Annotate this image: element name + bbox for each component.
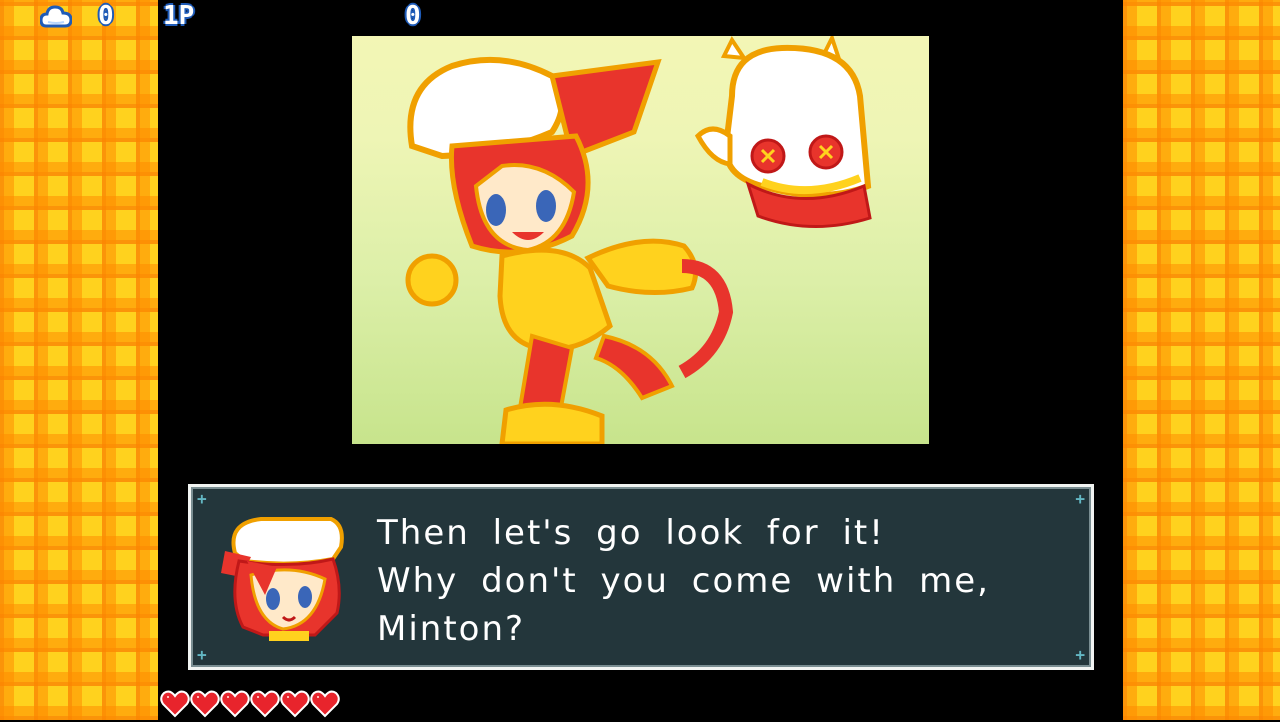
plaid-border-right	[1123, 0, 1280, 720]
heart-icon	[310, 690, 340, 718]
corner-ornament-top-right: +	[1075, 489, 1085, 508]
heart-icon	[190, 690, 220, 718]
ghost-character	[694, 36, 872, 229]
corner-ornament-top-left: +	[197, 489, 207, 508]
score-value: 0	[405, 1, 421, 31]
cloud-icon	[39, 2, 73, 30]
health-bar	[160, 690, 340, 720]
cutscene-illustration	[352, 36, 929, 444]
cloud-count: 0	[98, 1, 114, 31]
heart-icon	[160, 690, 190, 718]
heart-icon	[250, 690, 280, 718]
player-label: 1P	[163, 1, 195, 31]
heart-icon	[280, 690, 310, 718]
plaid-border-left	[0, 0, 158, 720]
dialog-text: Then let's go look for it! Why don't you…	[377, 509, 1057, 653]
chef-character	[405, 56, 734, 444]
dialog-line: Minton?	[377, 609, 526, 649]
corner-ornament-bottom-left: +	[197, 645, 207, 664]
dialog-box[interactable]: + + + + Then let's go look for it! Why d…	[188, 484, 1094, 670]
heart-icon	[220, 690, 250, 718]
dialog-line: Why don't you come with me,	[377, 561, 990, 601]
dialog-line: Then let's go look for it!	[377, 513, 885, 553]
speaker-portrait	[221, 517, 345, 641]
corner-ornament-bottom-right: +	[1075, 645, 1085, 664]
